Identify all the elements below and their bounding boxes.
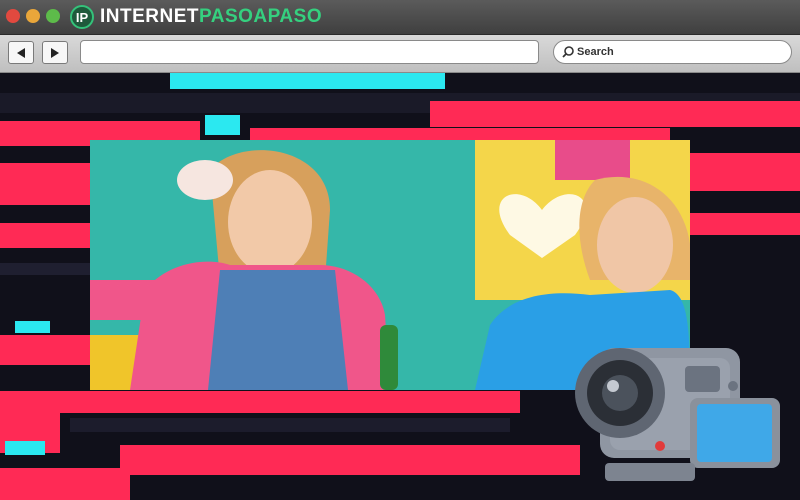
back-button[interactable] [8, 41, 34, 64]
glitch-stripe [0, 468, 130, 500]
forward-button[interactable] [42, 41, 68, 64]
browser-toolbar: Search [0, 35, 800, 73]
glitch-stripe [0, 163, 90, 205]
glitch-stripe [70, 418, 510, 432]
glitch-stripe [205, 115, 240, 135]
magnifier-icon [562, 46, 574, 58]
logo-text-green: PASOAPASO [199, 6, 323, 27]
logo-mark: IP [70, 5, 94, 29]
search-placeholder: Search [577, 46, 614, 58]
glitch-stripe [690, 213, 800, 235]
glitch-stripe [0, 263, 90, 275]
glitch-stripe [0, 335, 90, 365]
glitch-stripe [690, 153, 800, 191]
glitch-stripe [0, 391, 520, 413]
page-content [0, 73, 800, 500]
back-arrow-icon [17, 47, 25, 58]
glitch-stripe [120, 445, 580, 475]
maximize-window-button[interactable] [46, 9, 60, 23]
logo-text: INTERNETPASOAPASO [100, 6, 322, 28]
close-window-button[interactable] [6, 9, 20, 23]
glitch-stripe [250, 128, 670, 140]
glitch-stripe [430, 101, 800, 127]
minimize-window-button[interactable] [26, 9, 40, 23]
site-logo[interactable]: IP INTERNETPASOAPASO [70, 4, 322, 30]
glitch-stripe [170, 73, 445, 89]
search-field[interactable]: Search [553, 40, 792, 64]
address-bar[interactable] [80, 40, 539, 64]
glitch-stripe [5, 441, 45, 455]
video-camera-icon [575, 348, 780, 481]
forward-arrow-icon [51, 47, 59, 58]
title-bar: IP INTERNETPASOAPASO [0, 0, 800, 35]
logo-text-white: INTERNET [100, 6, 199, 27]
glitch-stripe [15, 321, 50, 333]
glitch-stripe [0, 223, 90, 248]
